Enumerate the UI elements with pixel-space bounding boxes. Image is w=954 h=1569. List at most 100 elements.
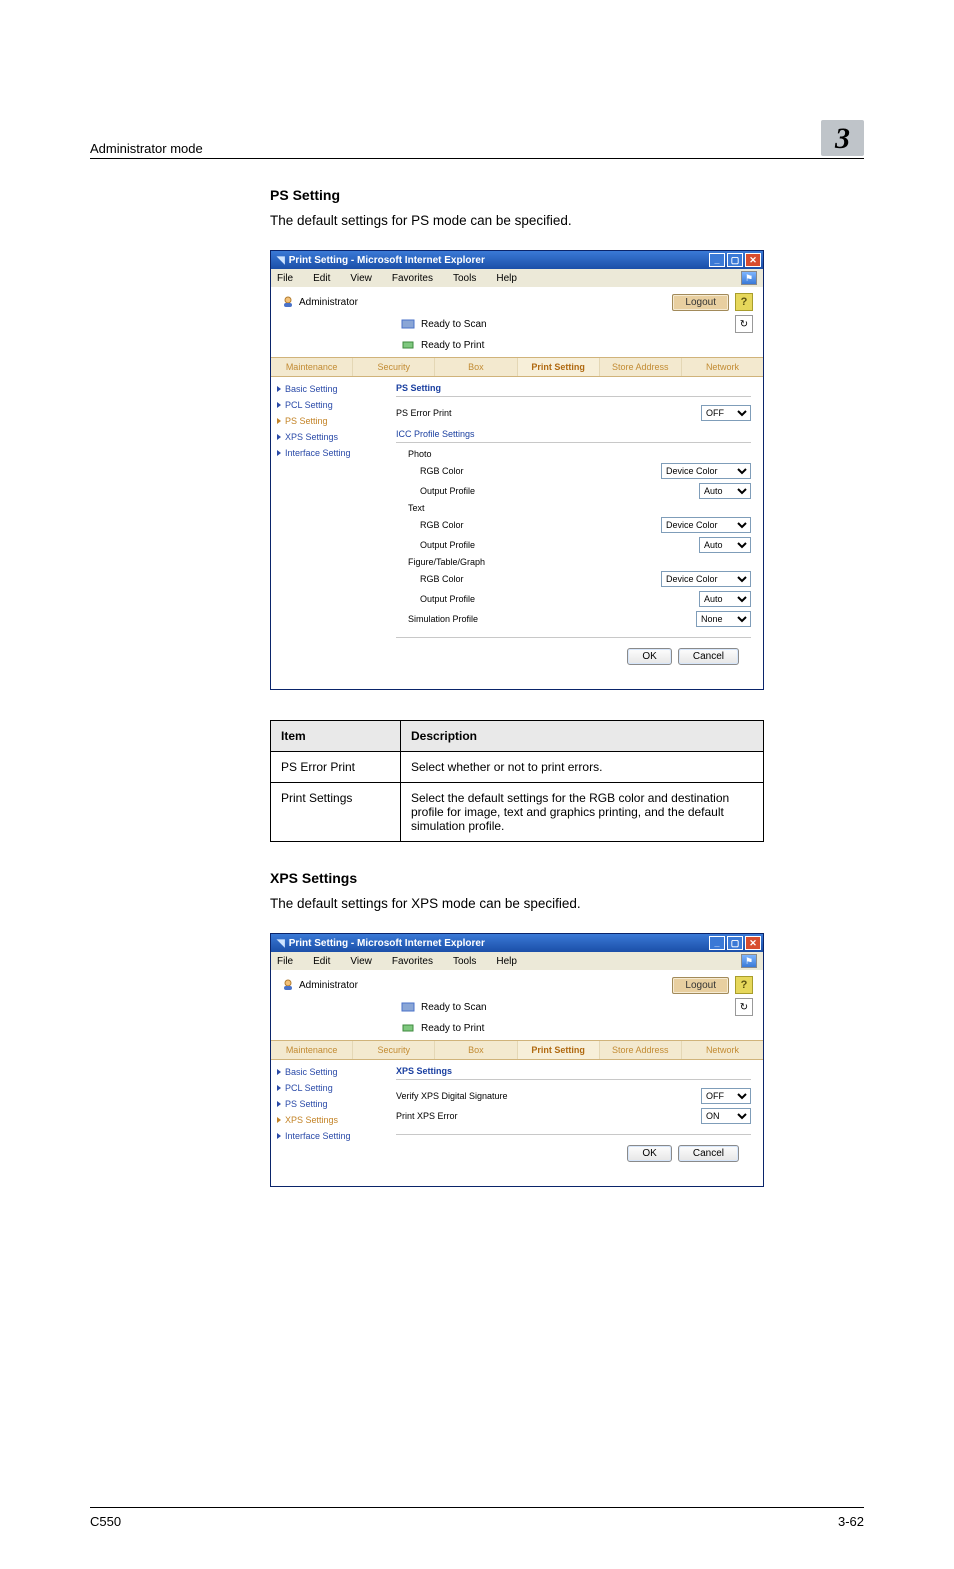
sidebar-item-pcl[interactable]: PCL Setting [271,1080,386,1096]
cancel-button[interactable]: Cancel [678,1145,739,1162]
tab-maintenance[interactable]: Maintenance [271,358,353,376]
admin-label: Administrator [299,297,358,308]
tab-print-setting[interactable]: Print Setting [518,1041,600,1059]
logout-button[interactable]: Logout [672,977,729,994]
footer-page: 3-62 [838,1514,864,1529]
label-ftg-output: Output Profile [396,594,699,604]
logout-button[interactable]: Logout [672,294,729,311]
ps-heading: PS Setting [270,187,864,203]
cancel-button[interactable]: Cancel [678,648,739,665]
select-ps-error-print[interactable]: OFF [701,405,751,421]
sidebar-item-interface[interactable]: Interface Setting [271,1128,386,1144]
menu-help[interactable]: Help [496,956,527,967]
tab-network[interactable]: Network [682,358,763,376]
label-text-rgb: RGB Color [396,520,661,530]
help-button[interactable]: ? [735,976,753,994]
xps-body: The default settings for XPS mode can be… [270,896,864,911]
sidebar-item-basic[interactable]: Basic Setting [271,1064,386,1080]
admin-icon [281,979,295,991]
table-row: Print Settings Select the default settin… [271,783,764,842]
menu-help[interactable]: Help [496,273,527,284]
menu-favorites[interactable]: Favorites [392,273,443,284]
minimize-button[interactable]: _ [709,936,725,950]
select-sim-profile[interactable]: None [696,611,751,627]
tab-security[interactable]: Security [353,1041,435,1059]
select-photo-output[interactable]: Auto [699,483,751,499]
tab-print-setting[interactable]: Print Setting [518,358,600,376]
description-table: Item Description PS Error Print Select w… [270,720,764,842]
print-status-icon [401,1022,415,1034]
admin-label: Administrator [299,980,358,991]
select-text-output[interactable]: Auto [699,537,751,553]
label-ftg: Figure/Table/Graph [396,557,751,567]
sidebar-item-ps[interactable]: PS Setting [271,1096,386,1112]
tab-box[interactable]: Box [435,1041,517,1059]
menu-edit[interactable]: Edit [313,956,340,967]
icc-header: ICC Profile Settings [396,423,751,443]
print-status-icon [401,339,415,351]
panel-title: PS Setting [396,383,751,397]
menu-file[interactable]: File [277,956,303,967]
menu-view[interactable]: View [350,273,382,284]
tab-store-address[interactable]: Store Address [600,358,682,376]
select-text-rgb[interactable]: Device Color [661,517,751,533]
close-button[interactable]: ✕ [745,253,761,267]
sidebar-item-xps[interactable]: XPS Settings [271,429,386,445]
sidebar-item-xps[interactable]: XPS Settings [271,1112,386,1128]
label-ps-error-print: PS Error Print [396,408,701,418]
sidebar-item-pcl[interactable]: PCL Setting [271,397,386,413]
sidebar-item-ps[interactable]: PS Setting [271,413,386,429]
tab-box[interactable]: Box [435,358,517,376]
label-sim-profile: Simulation Profile [396,614,696,624]
select-xps-print-error[interactable]: ON [701,1108,751,1124]
sidebar-item-basic[interactable]: Basic Setting [271,381,386,397]
tab-maintenance[interactable]: Maintenance [271,1041,353,1059]
label-text-output: Output Profile [396,540,699,550]
tab-security[interactable]: Security [353,358,435,376]
tab-store-address[interactable]: Store Address [600,1041,682,1059]
help-button[interactable]: ? [735,293,753,311]
select-ftg-output[interactable]: Auto [699,591,751,607]
xps-heading: XPS Settings [270,870,864,886]
ok-button[interactable]: OK [627,648,671,665]
ok-button[interactable]: OK [627,1145,671,1162]
maximize-button[interactable]: ▢ [727,253,743,267]
refresh-button[interactable]: ↻ [735,998,753,1016]
cell-item: PS Error Print [271,752,401,783]
footer-model: C550 [90,1514,121,1529]
header-mode: Administrator mode [90,141,821,156]
th-item: Item [271,721,401,752]
th-desc: Description [401,721,764,752]
cell-item: Print Settings [271,783,401,842]
tab-network[interactable]: Network [682,1041,763,1059]
minimize-button[interactable]: _ [709,253,725,267]
label-text: Text [396,503,751,513]
scan-status: Ready to Scan [421,1002,487,1013]
menu-bar: File Edit View Favorites Tools Help ⚑ [271,269,763,287]
menu-view[interactable]: View [350,956,382,967]
panel-title: XPS Settings [396,1066,751,1080]
close-button[interactable]: ✕ [745,936,761,950]
menu-file[interactable]: File [277,273,303,284]
select-photo-rgb[interactable]: Device Color [661,463,751,479]
label-xps-print-error: Print XPS Error [396,1111,701,1121]
browser-window-xps: ◥ Print Setting - Microsoft Internet Exp… [270,933,764,1187]
menu-tools[interactable]: Tools [453,273,486,284]
maximize-button[interactable]: ▢ [727,936,743,950]
menu-tools[interactable]: Tools [453,956,486,967]
print-status: Ready to Print [421,1023,484,1034]
menu-bar: File Edit View Favorites Tools Help ⚑ [271,952,763,970]
ie-icon: ◥ [277,938,285,949]
select-ftg-rgb[interactable]: Device Color [661,571,751,587]
label-photo-output: Output Profile [396,486,699,496]
menu-favorites[interactable]: Favorites [392,956,443,967]
sidebar-item-interface[interactable]: Interface Setting [271,445,386,461]
refresh-button[interactable]: ↻ [735,315,753,333]
ps-body: The default settings for PS mode can be … [270,213,864,228]
table-row: PS Error Print Select whether or not to … [271,752,764,783]
menu-edit[interactable]: Edit [313,273,340,284]
select-xps-verify[interactable]: OFF [701,1088,751,1104]
chapter-number: 3 [821,120,864,156]
ie-throbber-icon: ⚑ [741,954,757,968]
ie-icon: ◥ [277,255,285,266]
